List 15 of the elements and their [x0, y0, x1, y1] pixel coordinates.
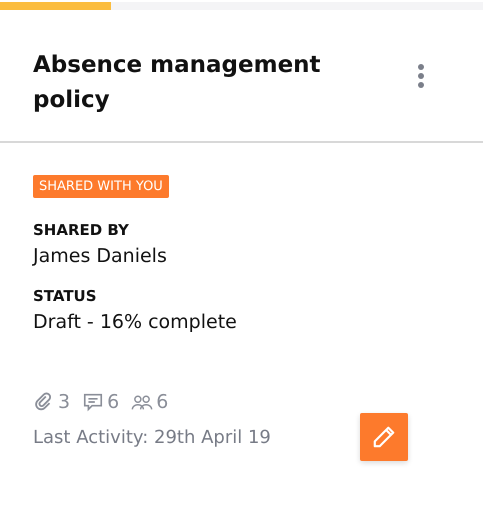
card-title: Absence management policy — [33, 51, 322, 115]
count-text: 6 — [156, 391, 168, 413]
field-label: SHARED BY — [33, 221, 130, 239]
field-value: Draft - 16% complete — [33, 311, 238, 333]
comment-icon — [82, 391, 104, 413]
field-value: James Daniels — [33, 245, 168, 267]
count-text: 3 — [58, 391, 70, 413]
pencil-icon — [371, 424, 397, 450]
edit-button[interactable] — [360, 413, 408, 461]
last-activity-text: Last Activity: 29th April 19 — [33, 426, 271, 448]
count-text: 6 — [107, 391, 120, 413]
shared-badge: SHARED WITH YOU — [33, 175, 169, 198]
field-label: STATUS — [33, 287, 98, 305]
more-options-button[interactable] — [417, 62, 425, 88]
more-icon — [417, 64, 425, 88]
